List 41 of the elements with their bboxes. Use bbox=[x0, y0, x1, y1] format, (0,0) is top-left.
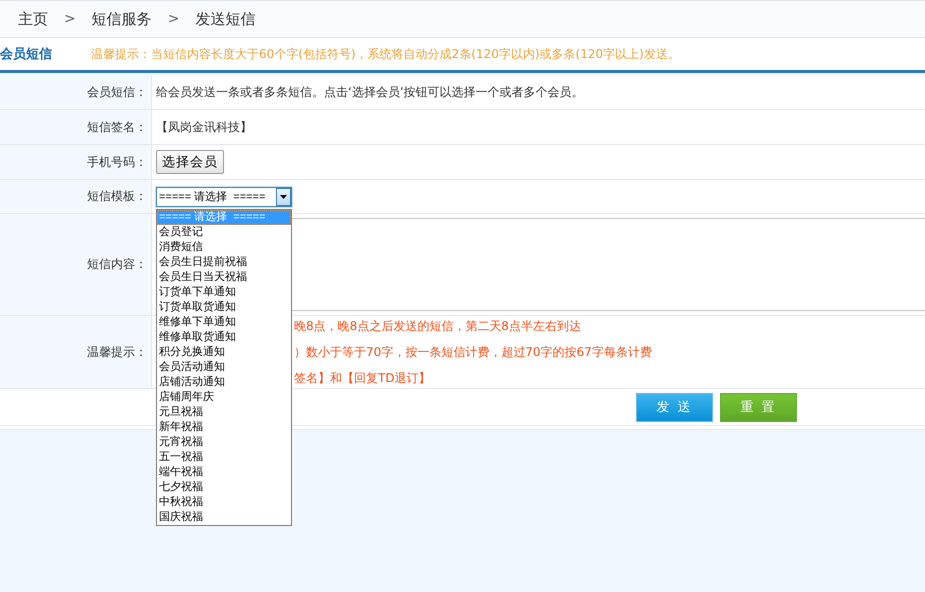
breadcrumb-link[interactable]: 短信服务 bbox=[92, 10, 152, 28]
dropdown-option[interactable]: 会员生日提前祝福 bbox=[157, 254, 291, 270]
dropdown-option[interactable]: 维修单下单通知 bbox=[157, 314, 291, 330]
field-value: 【凤岗金讯科技】 bbox=[156, 118, 252, 136]
breadcrumb-separator: > bbox=[64, 11, 76, 27]
dropdown-option[interactable]: 店铺周年庆 bbox=[157, 390, 291, 404]
select-member-button[interactable]: 选择会员 bbox=[156, 150, 224, 174]
field-label: 会员短信： bbox=[87, 84, 147, 101]
dropdown-option[interactable]: 会员登记 bbox=[157, 224, 291, 240]
dropdown-option[interactable]: 元宵祝福 bbox=[157, 434, 291, 450]
tip-text: 签名】和【回复TD退订】 bbox=[294, 370, 431, 386]
dropdown-option[interactable]: 国庆祝福 bbox=[157, 510, 291, 524]
dropdown-option[interactable]: 端午祝福 bbox=[157, 464, 291, 480]
field-label: 短信签名： bbox=[87, 118, 147, 136]
breadcrumb-separator: > bbox=[168, 11, 180, 27]
dropdown-option[interactable]: 会员活动通知 bbox=[157, 360, 291, 374]
dropdown-option[interactable]: 元旦祝福 bbox=[157, 404, 291, 420]
dropdown-option[interactable]: 店铺活动通知 bbox=[157, 374, 291, 390]
field-label: 短信模板： bbox=[87, 188, 147, 205]
notice-text: 温馨提示：当短信内容长度大于60个字(包括符号)，系统将自动分成2条(120字以内)或多条(120字以上)发送。 bbox=[91, 46, 680, 62]
dropdown-option[interactable]: 中秋祝福 bbox=[157, 494, 291, 510]
dropdown-option[interactable]: 五一祝福 bbox=[157, 450, 291, 464]
breadcrumb-link[interactable]: 主页 bbox=[18, 10, 48, 28]
field-label: 温馨提示： bbox=[87, 344, 147, 360]
dropdown-option[interactable]: 新年祝福 bbox=[157, 420, 291, 434]
dropdown-option[interactable]: 消费短信 bbox=[157, 240, 291, 254]
tip-text: ）数小于等于70字，按一条短信计费，超过70字的按67字每条计费 bbox=[294, 344, 652, 360]
dropdown-option[interactable]: 会员生日当天祝福 bbox=[157, 270, 291, 284]
dropdown-option[interactable]: 七夕祝福 bbox=[157, 480, 291, 494]
field-label: 手机号码： bbox=[87, 154, 147, 170]
field-label: 短信内容： bbox=[87, 256, 147, 273]
dropdown-option[interactable]: 订货单下单通知 bbox=[157, 284, 291, 300]
tip-text: 晚8点，晚8点之后发送的短信，第二天8点半左右到达 bbox=[294, 318, 581, 334]
dropdown-option[interactable]: 积分兑换通知 bbox=[157, 344, 291, 360]
field-value: 给会员发送一条或者多条短信。点击‘选择会员’按钮可以选择一个或者多个会员。 bbox=[156, 84, 584, 101]
dropdown-option[interactable]: 订货单取货通知 bbox=[157, 300, 291, 314]
breadcrumb-link[interactable]: 发送短信 bbox=[195, 10, 256, 28]
dropdown-option[interactable]: 维修单取货通知 bbox=[157, 330, 291, 344]
section-title: 会员短信 bbox=[0, 46, 53, 63]
dropdown-arrow-icon bbox=[280, 194, 287, 198]
template-select[interactable]: ===== 请选择 ===== bbox=[156, 186, 292, 206]
